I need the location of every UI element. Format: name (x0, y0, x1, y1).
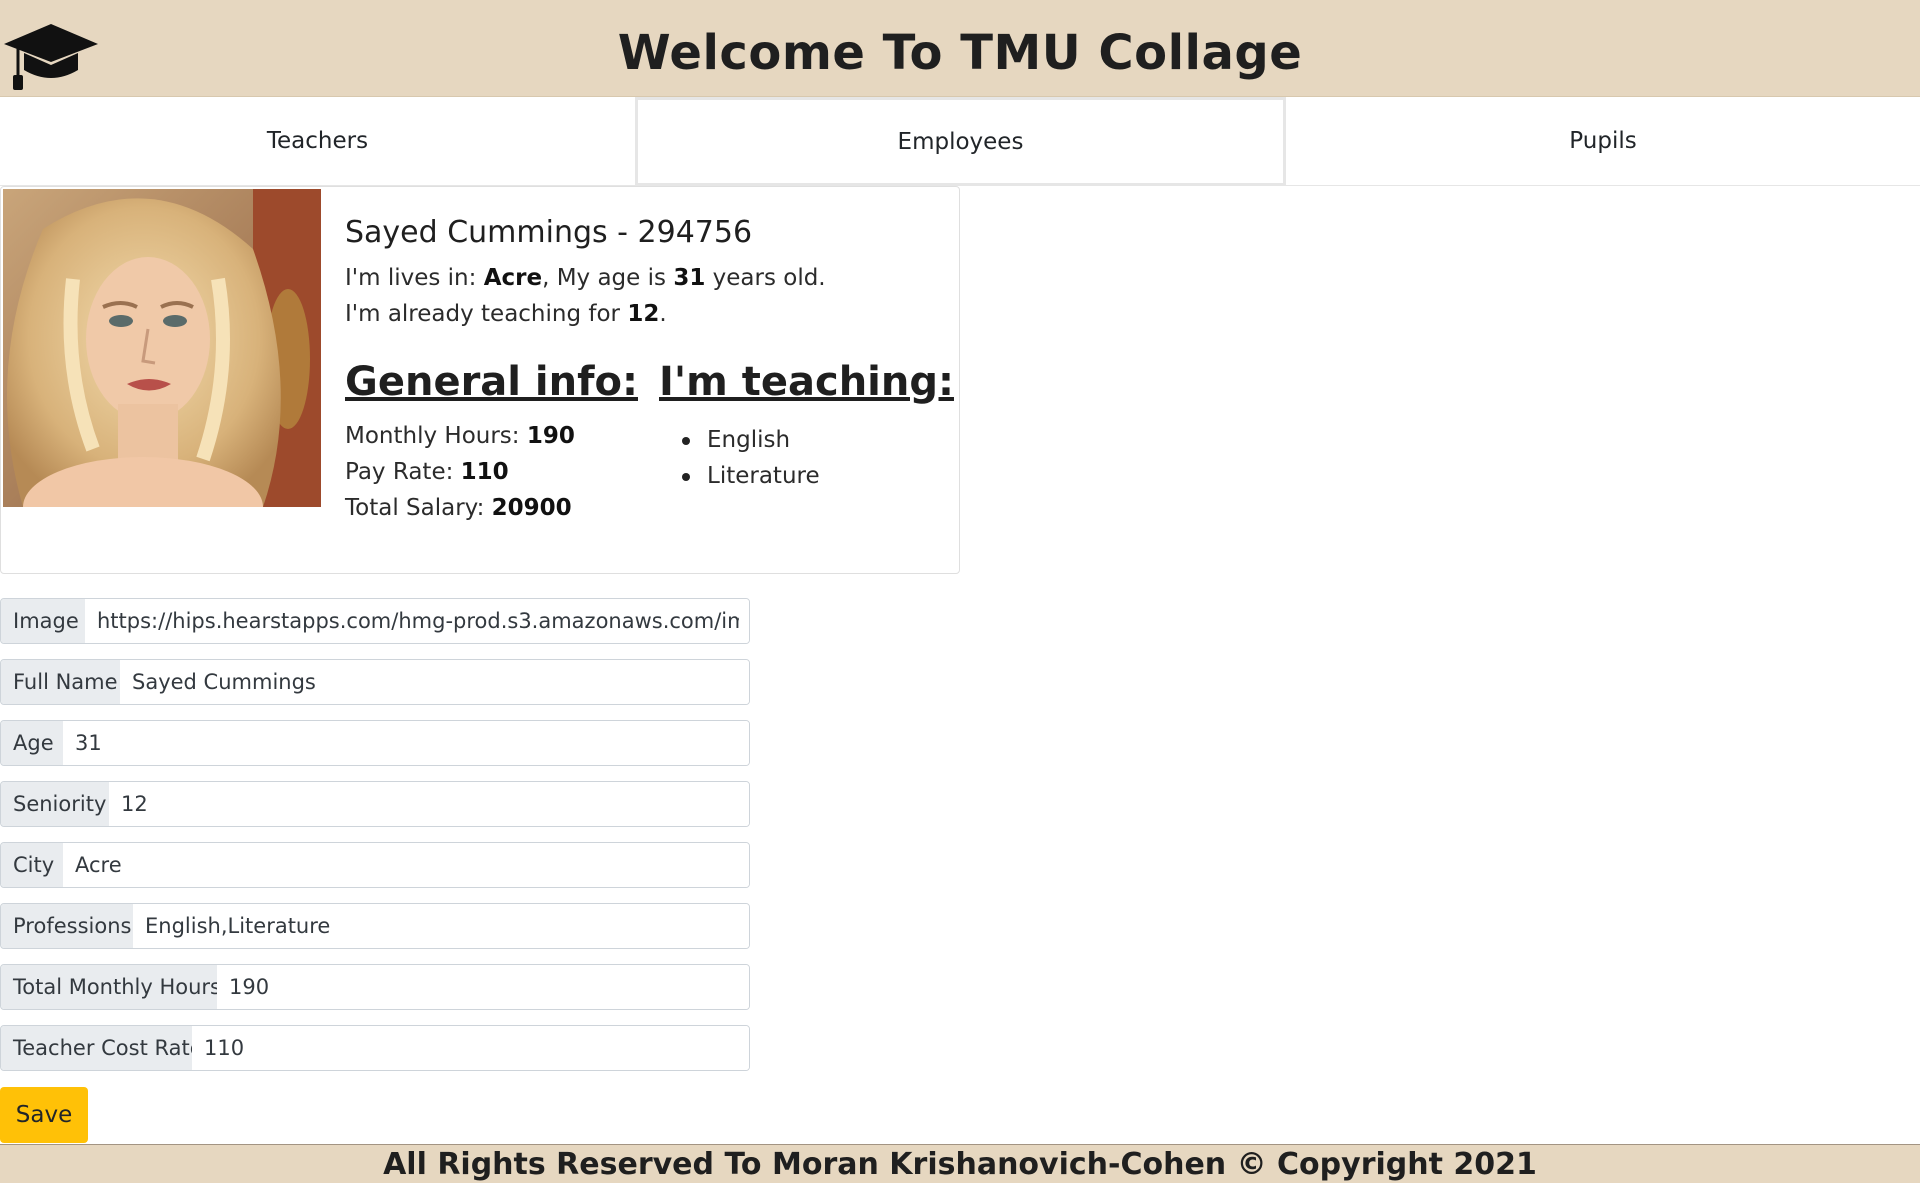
pay-rate: Pay Rate: 110 (345, 459, 509, 485)
tab-pupils[interactable]: Pupils (1286, 97, 1920, 185)
cost-rate-input[interactable] (192, 1026, 749, 1070)
seniority-value: 12 (627, 301, 660, 327)
professions-input[interactable] (133, 904, 749, 948)
page-header: Welcome To TMU Collage (0, 0, 1920, 97)
seniority-input[interactable] (109, 782, 749, 826)
professions-field-label: Professions (1, 904, 145, 948)
monthly-hours-field-group: Total Monthly Hours (0, 964, 750, 1010)
age-field-label: Age (1, 721, 67, 765)
image-field-group: Image (0, 598, 750, 644)
city-value: Acre (483, 265, 543, 291)
teacher-name: Sayed Cummings - 294756 (345, 215, 753, 250)
city-input[interactable] (63, 843, 749, 887)
page-title: Welcome To TMU Collage (617, 25, 1303, 81)
age-field-group: Age (0, 720, 750, 766)
city-field-group: City (0, 842, 750, 888)
monthly-hours: Monthly Hours: 190 (345, 423, 575, 449)
profile-card: Sayed Cummings - 294756 I'm lives in: Ac… (0, 186, 960, 574)
cost-rate-field-label: Teacher Cost Rate (1, 1026, 216, 1070)
image-field-label: Image (1, 599, 92, 643)
footer-copyright: All Rights Reserved To Moran Krishanovic… (0, 1144, 1920, 1183)
tab-teachers[interactable]: Teachers (0, 97, 635, 185)
teaching-title: I'm teaching: (659, 359, 954, 405)
teaching-line: I'm already teaching for 12. (345, 301, 667, 327)
total-salary: Total Salary: 20900 (345, 495, 572, 521)
monthly-hours-input[interactable] (217, 965, 749, 1009)
cost-rate-field-group: Teacher Cost Rate (0, 1025, 750, 1071)
age-value: 31 (673, 265, 706, 291)
subjects-list: English Literature (659, 422, 820, 494)
list-item: English (659, 422, 820, 458)
seniority-field-label: Seniority (1, 782, 120, 826)
monthly-hours-field-label: Total Monthly Hours (1, 965, 235, 1009)
seniority-field-group: Seniority (0, 781, 750, 827)
lives-line: I'm lives in: Acre, My age is 31 years o… (345, 265, 826, 291)
full-name-field-label: Full Name (1, 660, 131, 704)
general-info-title: General info: (345, 359, 638, 405)
full-name-input[interactable] (120, 660, 749, 704)
age-input[interactable] (63, 721, 749, 765)
list-item: Literature (659, 458, 820, 494)
profile-photo (3, 189, 321, 507)
professions-field-group: Professions (0, 903, 750, 949)
save-button[interactable]: Save (0, 1087, 88, 1143)
full-name-field-group: Full Name (0, 659, 750, 705)
city-field-label: City (1, 843, 68, 887)
image-url-input[interactable] (85, 599, 749, 643)
tab-employees[interactable]: Employees (635, 97, 1286, 186)
main-nav: Teachers Employees Pupils (0, 97, 1920, 186)
